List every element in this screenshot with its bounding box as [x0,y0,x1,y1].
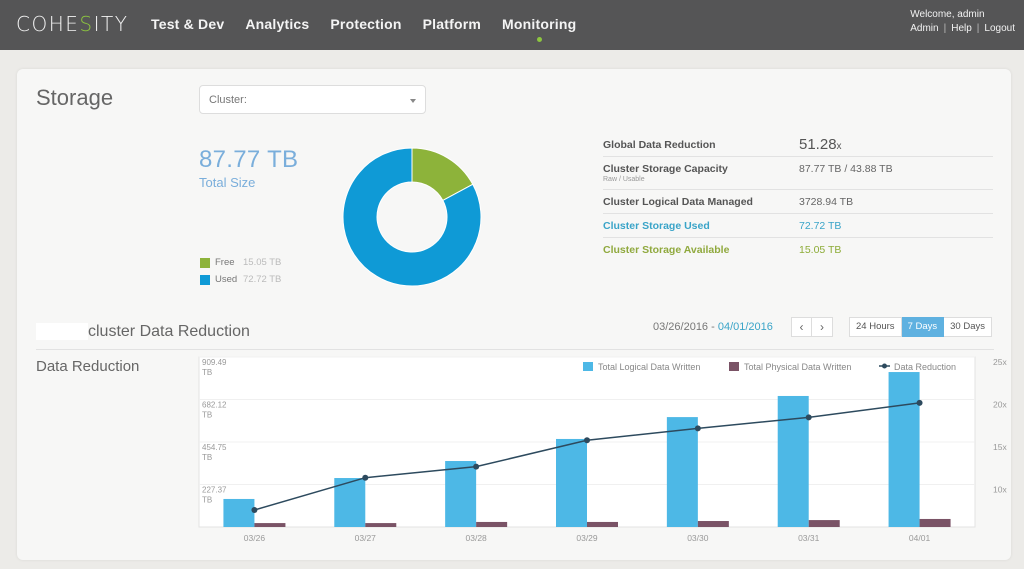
admin-link[interactable]: Admin [910,23,938,34]
welcome-text: Welcome, admin [910,9,985,20]
bar-physical [808,520,840,527]
legend-data-reduction-swatch-dot [882,363,887,369]
y-left-tick-label: 909.49 [202,358,227,367]
x-tick-label: 03/29 [576,533,598,543]
logout-link[interactable]: Logout [984,23,1015,34]
nav-label: Analytics [245,16,310,32]
nav-test-dev[interactable]: Test & Dev [151,16,224,32]
bar-logical [777,395,809,527]
bar-physical [587,521,618,527]
y-right-tick-label: 25x [993,357,1007,367]
link-separator: | [976,23,980,34]
help-link[interactable]: Help [951,23,972,34]
line-point [251,507,258,513]
y-left-tick-unit: TB [202,453,212,462]
x-tick-label: 04/01 [909,533,931,543]
legend-physical-label: Total Physical Data Written [744,362,851,372]
legend-physical-swatch [729,362,739,371]
logo-text-prefix: COHE [16,12,80,36]
y-left-tick-unit: TB [202,496,212,505]
line-point [805,414,812,421]
line-point [694,425,701,432]
nav-monitoring[interactable]: Monitoring [502,16,577,42]
user-menu: Welcome, admin Admin | Help | Logout [910,9,1015,34]
legend-logical-label: Total Logical Data Written [598,362,700,372]
y-right-tick-label: 10x [993,485,1007,495]
y-left-tick-unit: TB [202,410,212,419]
x-tick-label: 03/31 [798,533,820,543]
nav-label: Test & Dev [151,16,225,32]
legend-logical-swatch [583,362,593,371]
x-tick-label: 03/27 [355,533,377,543]
y-right-tick-label: 20x [993,400,1007,410]
data-reduction-chart: 227.37TB454.75TB682.12TB909.49TB10x15x20… [198,356,1007,543]
y-left-tick-label: 227.37 [202,486,227,495]
x-tick-label: 03/26 [244,533,266,543]
x-tick-label: 03/30 [687,533,709,543]
top-navbar: COHESITY Test & Dev Analytics Protection… [0,0,1024,50]
logo-text-suffix: ITY [93,12,129,36]
bar-logical [666,417,698,527]
bar-logical [445,461,477,527]
line-point [473,463,480,470]
bar-logical [556,438,587,527]
y-left-tick-unit: TB [202,368,212,377]
bar-physical [697,521,729,527]
bar-logical [888,372,920,527]
x-tick-label: 03/28 [466,533,488,543]
logo-text-accent: S [79,12,94,36]
bar-physical [476,521,508,527]
line-point [362,474,369,481]
bar-physical [919,518,951,527]
nav-label: Protection [330,16,402,32]
line-point [584,437,590,444]
active-indicator-dot [537,37,543,42]
main-nav: Test & Dev Analytics Protection Platform… [151,16,597,42]
nav-label: Monitoring [502,16,577,32]
link-separator: | [943,23,947,34]
y-left-tick-label: 682.12 [202,400,227,409]
y-left-tick-label: 454.75 [202,443,227,452]
bar-physical [254,523,286,527]
legend-data-reduction-label: Data Reduction [894,362,956,372]
nav-label: Platform [422,16,482,32]
cohesity-logo[interactable]: COHESITY [16,12,128,36]
nav-platform[interactable]: Platform [423,16,481,32]
line-point [916,399,923,406]
y-right-tick-label: 15x [993,442,1007,452]
user-links: Admin | Help | Logout [910,23,1015,34]
bar-logical [223,498,255,527]
nav-protection[interactable]: Protection [330,16,401,32]
nav-analytics[interactable]: Analytics [245,16,309,32]
bar-physical [365,523,397,527]
storage-panel: Storage Cluster: 87.77 TB Total Size Fre… [17,69,1011,560]
